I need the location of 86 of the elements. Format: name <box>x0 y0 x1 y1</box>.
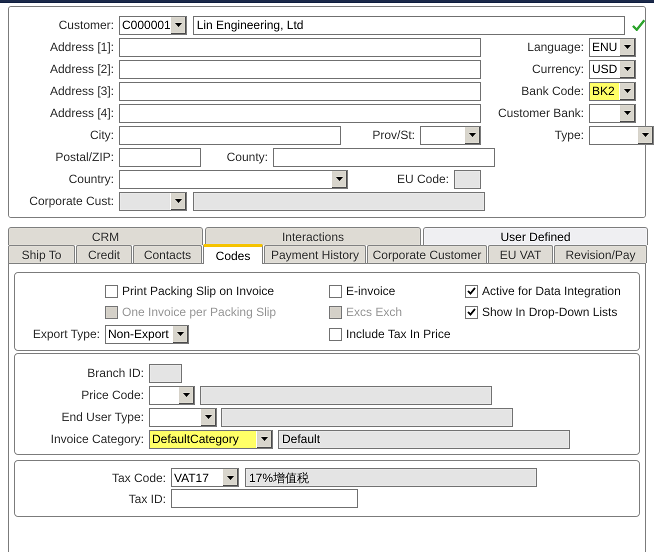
tab[interactable]: Ship To <box>8 245 75 263</box>
checkbox[interactable] <box>105 284 118 298</box>
field-label: Branch ID: <box>87 365 144 382</box>
tab[interactable]: EU VAT <box>488 245 553 263</box>
field-label: Address [4]: <box>50 105 114 122</box>
field-label: Export Type: <box>32 326 100 343</box>
checkbox-label: Include Tax In Price <box>346 326 451 343</box>
field-label: End User Type: <box>62 409 144 426</box>
checkbox[interactable] <box>329 284 342 298</box>
field-label: Address [3]: <box>50 83 114 100</box>
dropdown[interactable]: ENU <box>589 38 636 56</box>
field-label: Price Code: <box>81 387 144 404</box>
field-label: Corporate Cust: <box>29 193 114 210</box>
tab[interactable]: CRM <box>8 227 203 245</box>
input-field[interactable] <box>119 60 481 78</box>
input-field[interactable] <box>200 386 492 404</box>
caret-icon <box>170 192 186 210</box>
field-label: Tax ID: <box>128 490 166 508</box>
input-field[interactable] <box>221 408 513 426</box>
tab[interactable]: Interactions <box>205 227 421 245</box>
tab[interactable]: Revision/Pay <box>554 245 647 263</box>
checkbox-label: Print Packing Slip on Invoice <box>122 283 274 300</box>
field-label: Prov/St: <box>372 127 415 144</box>
caret-icon <box>619 60 635 78</box>
caret-icon <box>619 82 635 100</box>
checkbox-label: Excs Exch <box>346 304 402 321</box>
field-label: Currency: <box>532 61 584 78</box>
field-label: City: <box>90 127 114 144</box>
field-label: Customer Bank: <box>498 105 584 122</box>
dropdown[interactable]: C000001 <box>119 16 187 34</box>
tab[interactable]: Credit <box>76 245 132 263</box>
checkbox[interactable] <box>329 328 342 340</box>
checkbox-label: E-invoice <box>346 283 396 300</box>
input-field[interactable] <box>119 104 481 122</box>
field-label: Customer: <box>58 17 114 34</box>
checkbox[interactable] <box>465 284 478 298</box>
dropdown[interactable]: BK2 <box>589 82 636 100</box>
field-label: EU Code: <box>396 171 449 188</box>
input-field[interactable] <box>119 38 481 56</box>
caret-icon <box>178 386 194 404</box>
input-field[interactable]: Lin Engineering, Ltd <box>192 16 625 34</box>
field-label: County: <box>226 149 268 166</box>
tab[interactable]: Codes <box>203 244 263 264</box>
caret-icon <box>172 326 188 342</box>
dropdown[interactable] <box>149 386 195 404</box>
dropdown[interactable] <box>149 408 217 426</box>
field-label: Language: <box>527 39 584 56</box>
caret-icon <box>222 469 238 486</box>
input-field[interactable]: 17%增值税 <box>245 468 537 487</box>
dropdown[interactable]: Non-Export <box>105 324 189 344</box>
field-label: Tax Code: <box>112 470 166 486</box>
field-label: Postal/ZIP: <box>55 149 114 166</box>
input-field[interactable] <box>119 148 201 166</box>
dropdown[interactable]: DefaultCategory <box>149 430 273 448</box>
caret-icon <box>170 16 186 34</box>
field-label: Type: <box>554 127 584 144</box>
tab[interactable]: Corporate Customer <box>367 245 487 263</box>
checkbox-label: Show In Drop-Down Lists <box>482 304 618 321</box>
input-field[interactable]: Default <box>278 430 570 448</box>
caret-icon <box>200 408 216 426</box>
caret-icon <box>619 38 635 56</box>
input-field[interactable] <box>119 126 341 144</box>
tab[interactable]: Payment History <box>264 245 366 263</box>
field-label: Address [1]: <box>50 39 114 56</box>
dropdown[interactable]: VAT17 <box>171 468 239 487</box>
field-label: Invoice Category: <box>50 431 144 448</box>
checkbox[interactable] <box>465 306 478 318</box>
input-field[interactable] <box>273 148 495 166</box>
field-label: Bank Code: <box>521 83 584 100</box>
caret-icon <box>331 170 347 188</box>
caret-icon <box>464 126 480 144</box>
tab[interactable]: Contacts <box>133 245 202 263</box>
dropdown[interactable] <box>589 126 654 144</box>
dropdown[interactable] <box>589 104 636 122</box>
field-label: Address [2]: <box>50 61 114 78</box>
caret-icon <box>619 104 635 122</box>
input-field[interactable] <box>119 82 481 100</box>
dropdown[interactable] <box>420 126 481 144</box>
input-field[interactable] <box>171 489 358 508</box>
caret-icon <box>256 430 272 448</box>
checkbox-label: Active for Data Integration <box>482 283 621 300</box>
tab[interactable]: User Defined <box>423 227 648 245</box>
dropdown[interactable]: USD <box>589 60 636 78</box>
dropdown[interactable] <box>119 170 348 188</box>
checkbox-label: One Invoice per Packing Slip <box>122 304 276 321</box>
field-label: Country: <box>68 171 114 188</box>
